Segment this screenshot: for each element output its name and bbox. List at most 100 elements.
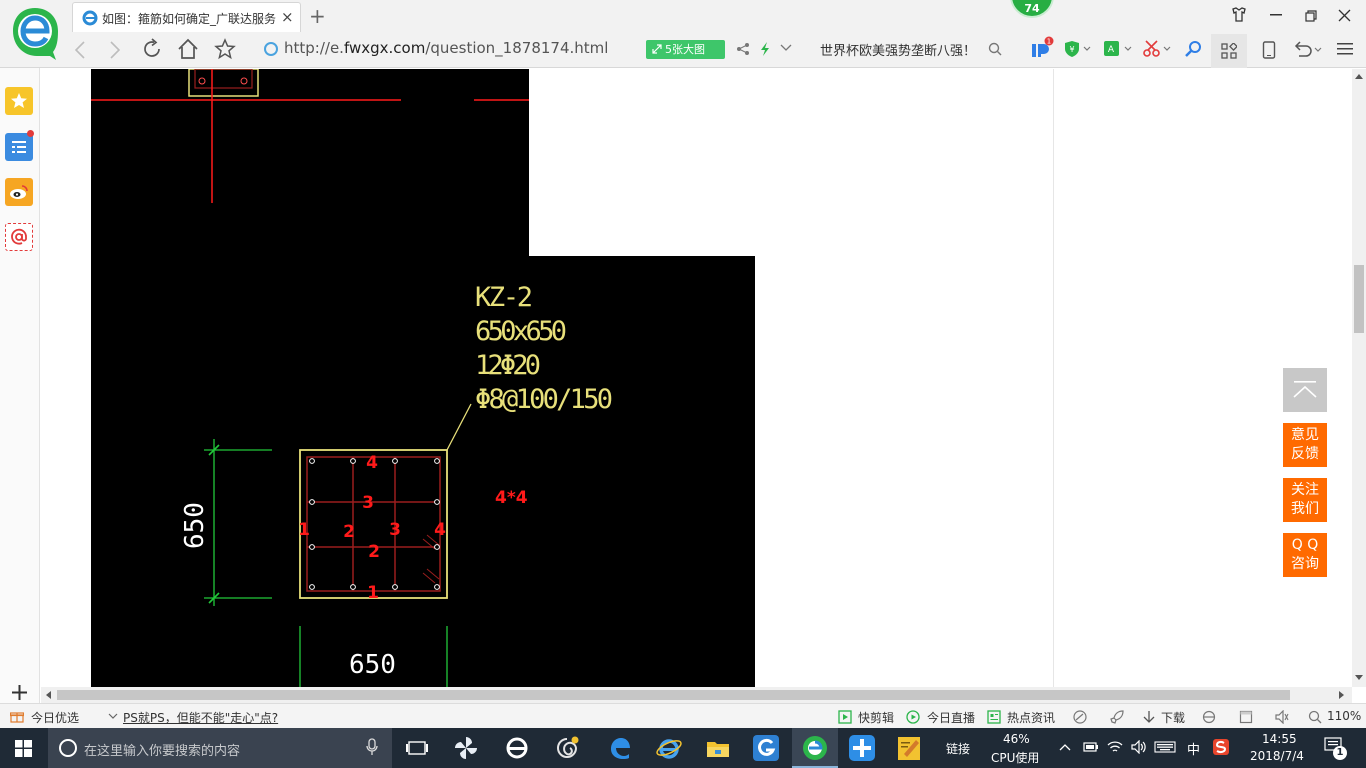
window-icon[interactable] [1239, 710, 1253, 724]
rocket-icon[interactable] [1110, 710, 1124, 724]
browser-e-icon[interactable] [503, 734, 531, 762]
browser-logo-icon[interactable] [10, 6, 60, 60]
edge-icon[interactable] [606, 734, 634, 762]
links-toolbar[interactable]: 链接 [946, 740, 970, 757]
headline-link[interactable]: PS就PS，但能不能"走心"点? [123, 709, 278, 726]
big-image-button[interactable]: 5张大图 [646, 40, 725, 59]
task-view-icon[interactable] [403, 734, 431, 762]
svg-text:A: A [1108, 45, 1115, 55]
address-url[interactable]: http://e.fwxgx.com/question_1878174.html [284, 39, 608, 57]
vertical-scrollbar[interactable] [1352, 69, 1366, 687]
forward-icon[interactable] [108, 40, 122, 60]
minimize-icon[interactable] [1270, 14, 1282, 16]
swirl-app-icon[interactable] [553, 734, 581, 762]
taskbar-search-box[interactable]: 在这里输入你要搜索的内容 [48, 728, 392, 768]
tab-close-icon[interactable]: × [281, 8, 294, 26]
home-icon[interactable] [177, 38, 199, 60]
mail-button[interactable] [5, 223, 33, 251]
hot-news-link[interactable]: 热点资讯 [1007, 709, 1055, 726]
sidebar [0, 68, 40, 708]
quick-clip-link[interactable]: 快剪辑 [858, 709, 894, 726]
mode-dropdown-icon[interactable] [780, 44, 792, 52]
horizontal-scroll-thumb[interactable] [57, 690, 1290, 700]
grid-number: 2 [368, 542, 380, 562]
scroll-right-icon[interactable] [1339, 691, 1345, 699]
volume-icon[interactable] [1131, 740, 1147, 754]
taskbar-active-app[interactable] [792, 728, 838, 768]
weibo-button[interactable] [5, 178, 33, 206]
search-icon[interactable] [988, 42, 1002, 56]
browser-tab[interactable]: 如图：箍筋如何确定_广联达服务 × [72, 2, 301, 32]
quick-clip-icon [838, 710, 852, 724]
apps-grid-icon [1221, 43, 1237, 59]
vertical-scroll-thumb[interactable] [1354, 265, 1364, 333]
refresh-icon[interactable] [141, 38, 163, 60]
feedback-button[interactable]: 意见 反馈 [1283, 423, 1327, 467]
skin-icon[interactable] [1231, 7, 1247, 22]
battery-icon[interactable] [1083, 741, 1099, 753]
download-link[interactable]: 下载 [1161, 709, 1185, 726]
address-bar[interactable]: http://e.fwxgx.com/question_1878174.html… [261, 36, 809, 62]
payment-shield-icon[interactable]: ¥ [1064, 40, 1092, 58]
column-title: KZ-2 [475, 282, 533, 313]
add-sidebar-icon[interactable] [12, 685, 27, 700]
back-icon[interactable] [73, 40, 87, 60]
share-icon[interactable] [736, 42, 750, 56]
keyboard-icon[interactable] [1154, 741, 1176, 753]
speed-icon[interactable] [1073, 710, 1087, 724]
favorites-button[interactable] [5, 87, 33, 115]
hot-news-icon [987, 710, 1001, 724]
screenshot-scissors-icon[interactable] [1143, 40, 1173, 58]
find-icon[interactable] [1184, 40, 1202, 58]
score-badge[interactable]: 74 [1010, 0, 1054, 18]
menu-icon[interactable] [1337, 42, 1353, 56]
back-to-top-button[interactable] [1283, 368, 1327, 412]
site-info-icon[interactable] [264, 42, 278, 56]
sound-icon[interactable] [1275, 710, 1289, 724]
plus-app-icon[interactable] [848, 734, 876, 762]
microphone-icon[interactable] [366, 738, 378, 756]
column-size: 650x650 [475, 316, 567, 347]
reading-list-button[interactable] [5, 130, 34, 161]
ip-extension-icon[interactable]: 1 [1030, 36, 1054, 60]
translate-icon[interactable]: A [1103, 40, 1133, 58]
main-rebar-spec: 12Φ20 [475, 350, 541, 381]
horizontal-scrollbar[interactable] [41, 687, 1352, 703]
undo-close-icon[interactable] [1293, 40, 1323, 58]
apps-button[interactable] [1211, 34, 1247, 68]
speed-mode-icon[interactable] [759, 41, 771, 57]
scroll-up-icon[interactable] [1355, 73, 1363, 79]
notification-center-button[interactable]: 1 [1318, 737, 1350, 761]
internet-explorer-icon[interactable] [655, 734, 683, 762]
pinwheel-app-icon[interactable] [452, 734, 480, 762]
glodon-app-icon[interactable] [752, 734, 780, 762]
wifi-icon[interactable] [1107, 740, 1123, 754]
live-link[interactable]: 今日直播 [927, 709, 975, 726]
follow-us-button[interactable]: 关注 我们 [1283, 478, 1327, 522]
zoom-level[interactable]: 110% [1327, 709, 1361, 723]
qq-consult-button[interactable]: Q Q 咨询 [1283, 533, 1327, 577]
mobile-icon[interactable] [1262, 41, 1276, 59]
scroll-left-icon[interactable] [45, 691, 51, 699]
file-explorer-icon[interactable] [704, 734, 732, 762]
cortana-icon [59, 739, 77, 757]
sogou-ime-icon[interactable] [1212, 738, 1230, 756]
new-tab-icon[interactable]: + [309, 4, 326, 28]
gift-icon [10, 712, 24, 723]
grid-number: 3 [362, 493, 374, 513]
windows-start-icon[interactable] [15, 740, 32, 757]
today-picks-link[interactable]: 今日优选 [31, 709, 79, 726]
restore-icon[interactable] [1305, 10, 1317, 22]
clock-time[interactable]: 14:55 [1262, 732, 1297, 746]
expand-chevron-icon[interactable] [108, 713, 118, 720]
clock-date[interactable]: 2018/7/4 [1250, 749, 1304, 763]
tray-chevron-icon[interactable] [1059, 743, 1071, 751]
search-suggestion[interactable]: 世界杯欧美强势垄断八强！ [820, 40, 976, 59]
ie-mode-icon[interactable] [1202, 710, 1216, 724]
bookmark-star-icon[interactable] [214, 38, 236, 60]
scroll-down-icon[interactable] [1355, 675, 1363, 681]
ime-indicator[interactable]: 中 [1187, 739, 1200, 758]
follow-label-line2: 我们 [1291, 501, 1319, 517]
notes-app-icon[interactable] [896, 734, 924, 762]
close-window-icon[interactable] [1338, 9, 1351, 22]
